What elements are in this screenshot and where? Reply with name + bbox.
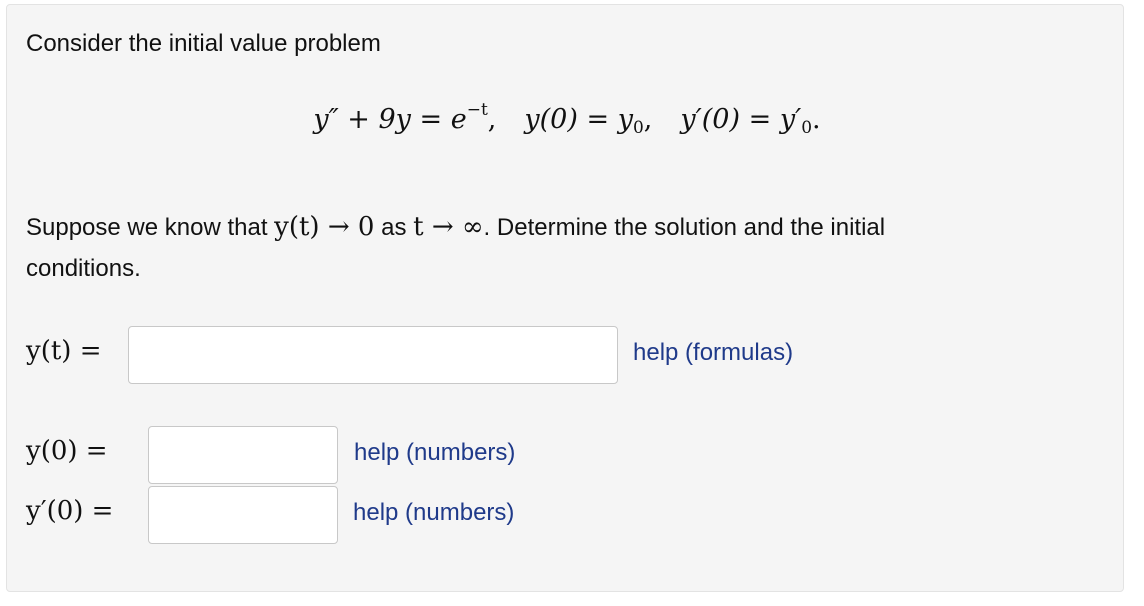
equation-equals: = [410, 104, 451, 135]
ic1-lhs: y(0) [524, 104, 578, 135]
question-math-2: t → ∞ [413, 212, 484, 242]
ic2-rhs-sub: 0 [801, 118, 813, 138]
yt-label: y(t) = [26, 336, 102, 366]
ivp-equation: y″ + 9y = e−t, y(0) = y0, y′(0) = y′0. [0, 100, 1134, 138]
ic1-equals: = [577, 104, 618, 135]
ic1-separator: , [643, 104, 653, 135]
ic2-rhs-base: y′ [779, 104, 802, 135]
help-formulas-link[interactable]: help (formulas) [633, 339, 793, 367]
problem-intro: Consider the initial value problem [26, 30, 381, 57]
equation-lhs: y″ + 9y [313, 104, 411, 135]
ic2-equals: = [740, 104, 780, 135]
ic2-lhs: y′(0) [680, 104, 741, 135]
equation-rhs-exponent: −t [466, 100, 488, 120]
help-numbers-link-y0[interactable]: help (numbers) [354, 439, 515, 467]
equation-rhs-base: e [450, 104, 467, 135]
ic1-rhs-base: y [617, 104, 633, 135]
yt-answer-input[interactable] [128, 326, 618, 384]
equation-separator: , [487, 104, 497, 135]
question-text-line2: conditions. [26, 255, 141, 282]
y0-label: y(0) = [26, 436, 108, 466]
help-numbers-link-yprime0[interactable]: help (numbers) [353, 499, 514, 527]
question-text-3: . Determine the solution and the initial [483, 214, 886, 241]
question-text-1: Suppose we know that [26, 214, 275, 241]
equation-end: . [812, 104, 821, 135]
problem-question: Suppose we know that y(t) → 0 as t → ∞. … [26, 207, 885, 289]
yprime0-answer-input[interactable] [148, 486, 338, 544]
question-text-2: as [374, 214, 414, 241]
ic1-rhs-sub: 0 [632, 118, 644, 138]
question-math-1: y(t) → 0 [274, 212, 375, 242]
y0-answer-input[interactable] [148, 426, 338, 484]
yprime0-label: y′(0) = [26, 496, 114, 526]
